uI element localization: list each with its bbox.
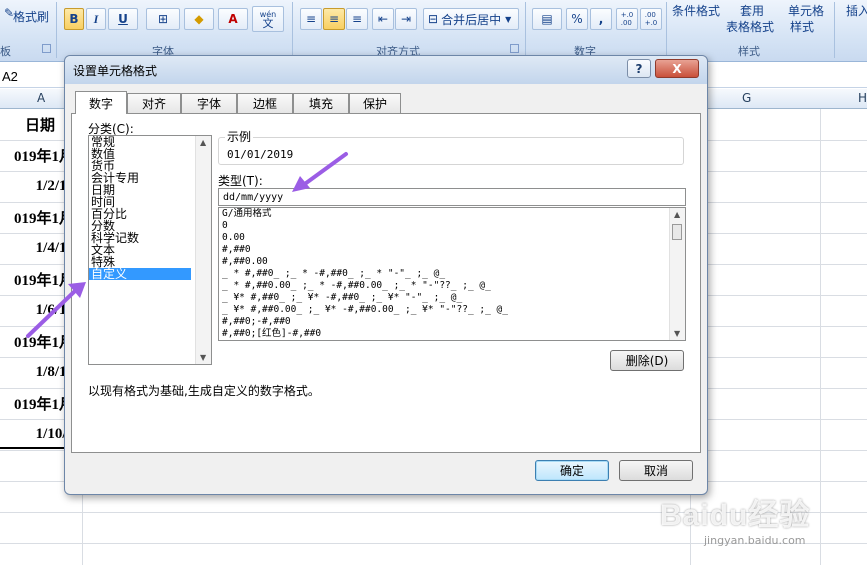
category-scrollbar[interactable]: ▲ ▼ [195, 136, 211, 364]
dialog-title: 设置单元格格式 [73, 64, 158, 78]
bold-button[interactable]: B [64, 8, 84, 30]
group-styles-label: 样式 [738, 45, 760, 58]
category-list[interactable]: 常规 数值 货币 会计专用 日期 时间 百分比 分数 科学记数 文本 特殊 自定… [88, 135, 212, 365]
list-item[interactable]: 0 [219, 220, 685, 232]
scroll-thumb[interactable] [672, 224, 682, 240]
watermark-brand: Baidu经验 [660, 499, 811, 532]
conditional-format-button[interactable]: 条件格式 [672, 2, 720, 19]
cancel-button[interactable]: 取消 [619, 460, 693, 481]
list-item[interactable]: #,##0;[红色]-#,##0 [219, 328, 685, 340]
column-header-h[interactable]: H [858, 91, 867, 105]
list-item[interactable]: #,##0.00 [219, 256, 685, 268]
list-item[interactable]: 0.00 [219, 232, 685, 244]
merge-icon: ⊟ [428, 12, 439, 26]
format-scrollbar[interactable]: ▲ ▼ [669, 208, 685, 340]
underline-button[interactable]: U [108, 8, 138, 30]
separator [666, 2, 667, 58]
list-item[interactable]: _ * #,##0_ ;_ * -#,##0_ ;_ * "-"_ ;_ @_ [219, 268, 685, 280]
phonetic-button[interactable]: wén 文 [252, 6, 284, 32]
tab-font[interactable]: 字体 [181, 93, 237, 113]
table-format-button[interactable]: 表格格式 [726, 18, 774, 35]
ribbon: ✎ 格式刷 板 B I U ⊞ ◆ A wén 文 字体 ≡ ≡ ≡ ⇤ ⇥ ⊟… [0, 0, 867, 62]
list-item[interactable]: #,##0 [219, 244, 685, 256]
fill-color-button[interactable]: ◆ [184, 8, 214, 30]
comma-button[interactable]: , [590, 8, 612, 30]
italic-button[interactable]: I [86, 8, 106, 30]
format-cells-dialog: 设置单元格格式 ? X 数字 对齐 字体 边框 填充 保护 分类(C): 常规 … [64, 55, 708, 495]
clipboard-launcher-icon[interactable] [42, 44, 51, 53]
increase-indent-icon: ⇥ [400, 12, 412, 26]
separator [834, 2, 835, 58]
align-right-icon: ≡ [351, 12, 363, 26]
format-painter-button[interactable]: 格式刷 [13, 8, 49, 25]
align-right-button[interactable]: ≡ [346, 8, 368, 30]
tab-alignment[interactable]: 对齐 [127, 93, 181, 113]
increase-decimal-button[interactable]: +.0 .00 [616, 8, 638, 30]
tab-border[interactable]: 边框 [237, 93, 293, 113]
column-header-a[interactable]: A [37, 91, 45, 105]
currency-icon: ▤ [541, 12, 553, 26]
format-list[interactable]: G/通用格式 0 0.00 #,##0 #,##0.00 _ * #,##0_ … [218, 207, 686, 341]
group-clipboard-label: 板 [0, 45, 11, 58]
border-icon: ⊞ [157, 12, 169, 26]
watermark-url: jingyan.baidu.com [704, 534, 806, 547]
list-item[interactable]: _ ¥* #,##0.00_ ;_ ¥* -#,##0.00_ ;_ ¥* "-… [219, 304, 685, 316]
separator [292, 2, 293, 58]
separator [56, 2, 57, 58]
sample-value: 01/01/2019 [227, 148, 294, 161]
help-button[interactable]: ? [627, 59, 651, 78]
align-left-button[interactable]: ≡ [300, 8, 322, 30]
accounting-format-button[interactable]: ▤ [532, 8, 562, 30]
scroll-down-icon[interactable]: ▼ [200, 353, 206, 362]
annotation-arrow-icon [26, 282, 86, 338]
tab-protection[interactable]: 保护 [349, 93, 401, 113]
cell-styles-button[interactable]: 样式 [790, 18, 814, 35]
decrease-indent-button[interactable]: ⇤ [372, 8, 394, 30]
list-item[interactable]: G/通用格式 [219, 208, 685, 220]
watermark: Baidu经验 jingyan.baidu.com [660, 490, 810, 547]
sample-label: 示例 [225, 128, 254, 145]
align-left-icon: ≡ [305, 12, 317, 26]
delete-button[interactable]: 删除(D) [610, 350, 684, 371]
chevron-down-icon: ▼ [505, 14, 512, 24]
align-center-button[interactable]: ≡ [323, 8, 345, 30]
type-label: 类型(T): [218, 174, 263, 188]
percent-button[interactable]: % [566, 8, 588, 30]
tab-fill[interactable]: 填充 [293, 93, 349, 113]
phonetic-bottom: 文 [262, 17, 274, 30]
scroll-down-icon[interactable]: ▼ [674, 329, 680, 338]
column-header-g[interactable]: G [742, 91, 751, 105]
name-box[interactable]: A2 [2, 69, 18, 84]
tab-panel-number: 分类(C): 常规 数值 货币 会计专用 日期 时间 百分比 分数 科学记数 文… [71, 113, 701, 453]
ok-button[interactable]: 确定 [535, 460, 609, 481]
decrease-indent-icon: ⇤ [377, 12, 389, 26]
decrease-decimal-button[interactable]: .00 +.0 [640, 8, 662, 30]
scroll-up-icon[interactable]: ▲ [200, 138, 206, 147]
tab-number[interactable]: 数字 [75, 91, 127, 114]
separator [525, 2, 526, 58]
align-launcher-icon[interactable] [510, 44, 519, 53]
scroll-up-icon[interactable]: ▲ [674, 210, 680, 219]
increase-indent-button[interactable]: ⇥ [395, 8, 417, 30]
annotation-arrow-icon [292, 152, 348, 192]
paint-bucket-icon: ◆ [194, 12, 204, 26]
align-center-icon: ≡ [328, 12, 340, 26]
merge-center-label: 合并后居中 [441, 12, 502, 27]
merge-center-button[interactable]: ⊟ 合并后居中 ▼ [423, 8, 519, 30]
grid-line [820, 109, 821, 565]
list-item[interactable]: _ ¥* #,##0_ ;_ ¥* -#,##0_ ;_ ¥* "-"_ ;_ … [219, 292, 685, 304]
close-button[interactable]: X [655, 59, 699, 78]
insert-button[interactable]: 插入 [846, 2, 867, 19]
border-button[interactable]: ⊞ [146, 8, 180, 30]
list-item-selected[interactable]: 自定义 [89, 268, 191, 280]
dialog-titlebar[interactable]: 设置单元格格式 ? X [65, 56, 707, 84]
font-color-button[interactable]: A [218, 8, 248, 30]
cell-styles-label: 单元格 [788, 4, 825, 18]
list-item[interactable]: _ * #,##0.00_ ;_ * -#,##0.00_ ;_ * "-"??… [219, 280, 685, 292]
description-text: 以现有格式为基础,生成自定义的数字格式。 [88, 384, 320, 398]
list-item[interactable]: #,##0;-#,##0 [219, 316, 685, 328]
apply-label: 套用 [740, 4, 765, 18]
